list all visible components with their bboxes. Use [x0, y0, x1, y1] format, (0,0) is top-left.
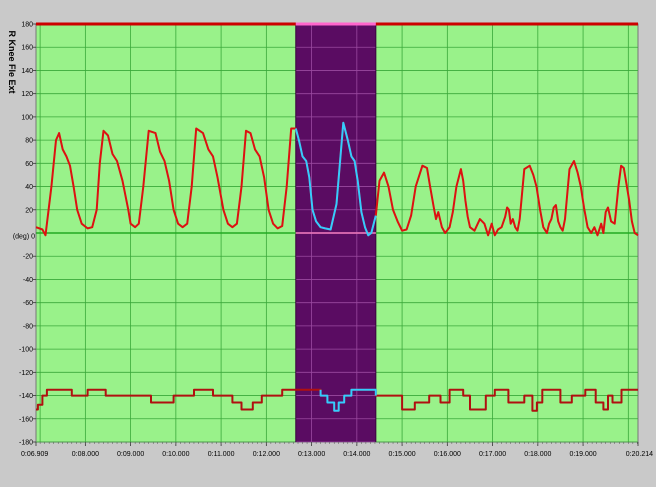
x-tick-label: 0:06.909	[21, 451, 48, 458]
x-tick-label: 0:14.000	[343, 451, 370, 458]
y-tick-label: -180	[19, 440, 33, 447]
y-tick-label: -120	[19, 370, 33, 377]
x-tick-label: 0:11.000	[208, 451, 235, 458]
y-tick-label: 80	[25, 138, 33, 145]
chart-container: 180 160 140 120 100 80 60 40 20 -20 -40 -60 -80 -100 -…	[0, 0, 656, 482]
y-tick-label: 180	[21, 22, 33, 29]
x-tick-label: 0:15.000	[388, 451, 415, 458]
x-tick-label: 0:09.000	[117, 451, 144, 458]
y-tick-label: -60	[23, 300, 33, 307]
y-tick-label: 160	[21, 45, 33, 52]
x-tick-label: 0:17.000	[479, 451, 506, 458]
y-tick-label: 120	[21, 91, 33, 98]
y-tick-label: -40	[23, 277, 33, 284]
y-tick-label: -140	[19, 393, 33, 400]
y-tick-label: 140	[21, 68, 33, 75]
x-tick-label: 0:13.000	[298, 451, 325, 458]
y-tick-label: 40	[25, 184, 33, 191]
y-tick-label: 60	[25, 161, 33, 168]
y-tick-label: -100	[19, 347, 33, 354]
knee-angle-chart[interactable]: 180 160 140 120 100 80 60 40 20 -20 -40 -60 -80 -100 -…	[0, 0, 656, 482]
x-tick-label: 0:16.000	[434, 451, 461, 458]
y-axis-title: R Knee Fle Ext	[7, 30, 17, 93]
y-tick-label: -80	[23, 323, 33, 330]
x-tick-label: 0:19.000	[569, 451, 596, 458]
y-tick-label: -20	[23, 254, 33, 261]
x-tick-label: 0:18.000	[524, 451, 551, 458]
y-tick-label: 20	[25, 207, 33, 214]
x-tick-label: 0:20.214	[626, 451, 653, 458]
x-tick-label: 0:08.000	[72, 451, 99, 458]
unit-label: (deg) 0	[13, 234, 35, 241]
x-tick-label: 0:10.000	[162, 451, 189, 458]
y-tick-label: 100	[21, 114, 33, 121]
x-tick-label: 0:12.000	[253, 451, 280, 458]
y-tick-label: -160	[19, 416, 33, 423]
